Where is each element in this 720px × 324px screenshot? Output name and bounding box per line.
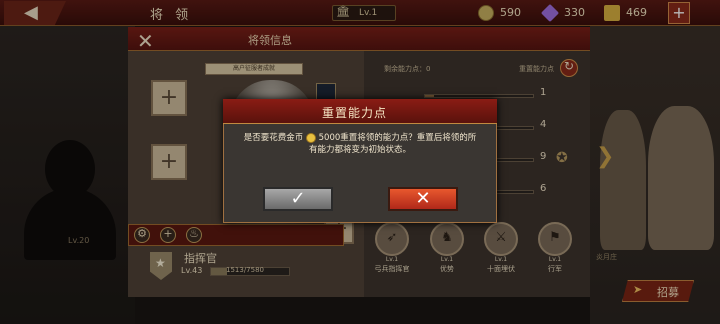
dialog-title: 重置能力点 — [322, 106, 388, 120]
close-icon: ✕ — [415, 188, 431, 209]
dialog-message: 是否要花费金币 5000重置将领的能力点？重置后将领的所有能力都将变为初始状态。 — [240, 132, 480, 172]
dialog-message-post: 5000重置将领的能力点？重置后将领的所有能力都将变为初始状态。 — [308, 133, 477, 155]
cancel-button[interactable]: ✕ — [388, 187, 458, 211]
coin-icon — [305, 132, 316, 143]
checkmark-icon: ✓ — [290, 188, 306, 209]
dialog-message-pre: 是否要花费金币 — [243, 133, 304, 143]
confirm-button[interactable]: ✓ — [263, 187, 333, 211]
